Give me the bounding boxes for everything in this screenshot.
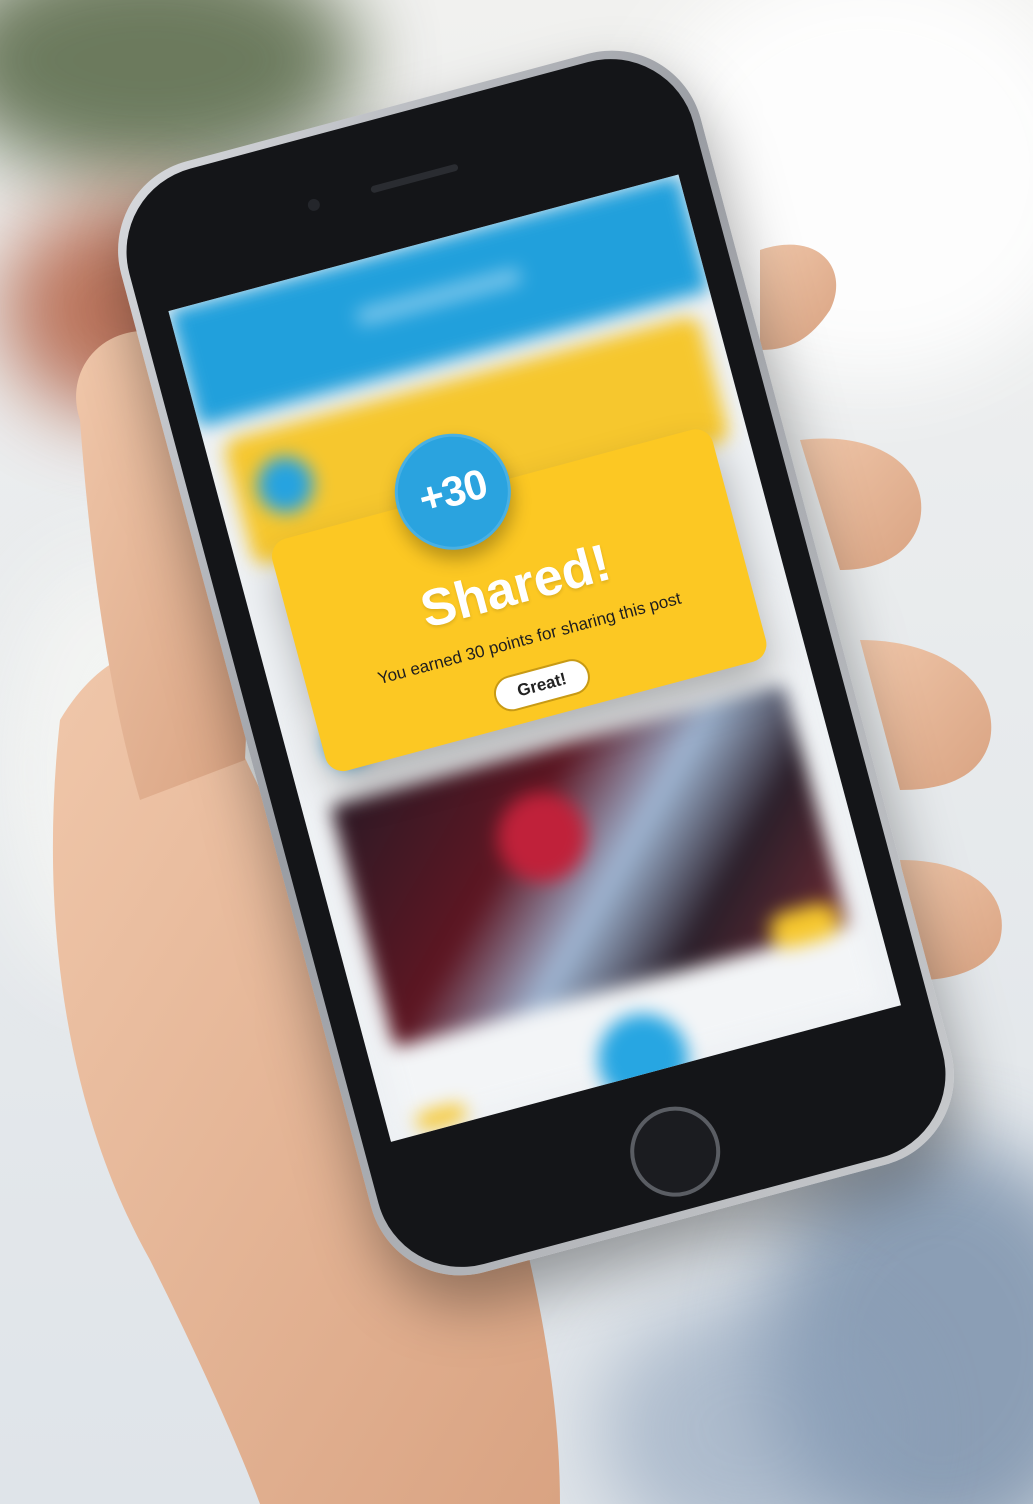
front-camera (306, 197, 322, 213)
earpiece-speaker (370, 163, 459, 194)
great-button[interactable]: Great! (489, 655, 594, 716)
hand-finger-1 (760, 244, 837, 350)
hand-finger-3 (860, 640, 992, 790)
home-button[interactable] (620, 1096, 731, 1207)
hand-finger-2 (800, 438, 922, 570)
